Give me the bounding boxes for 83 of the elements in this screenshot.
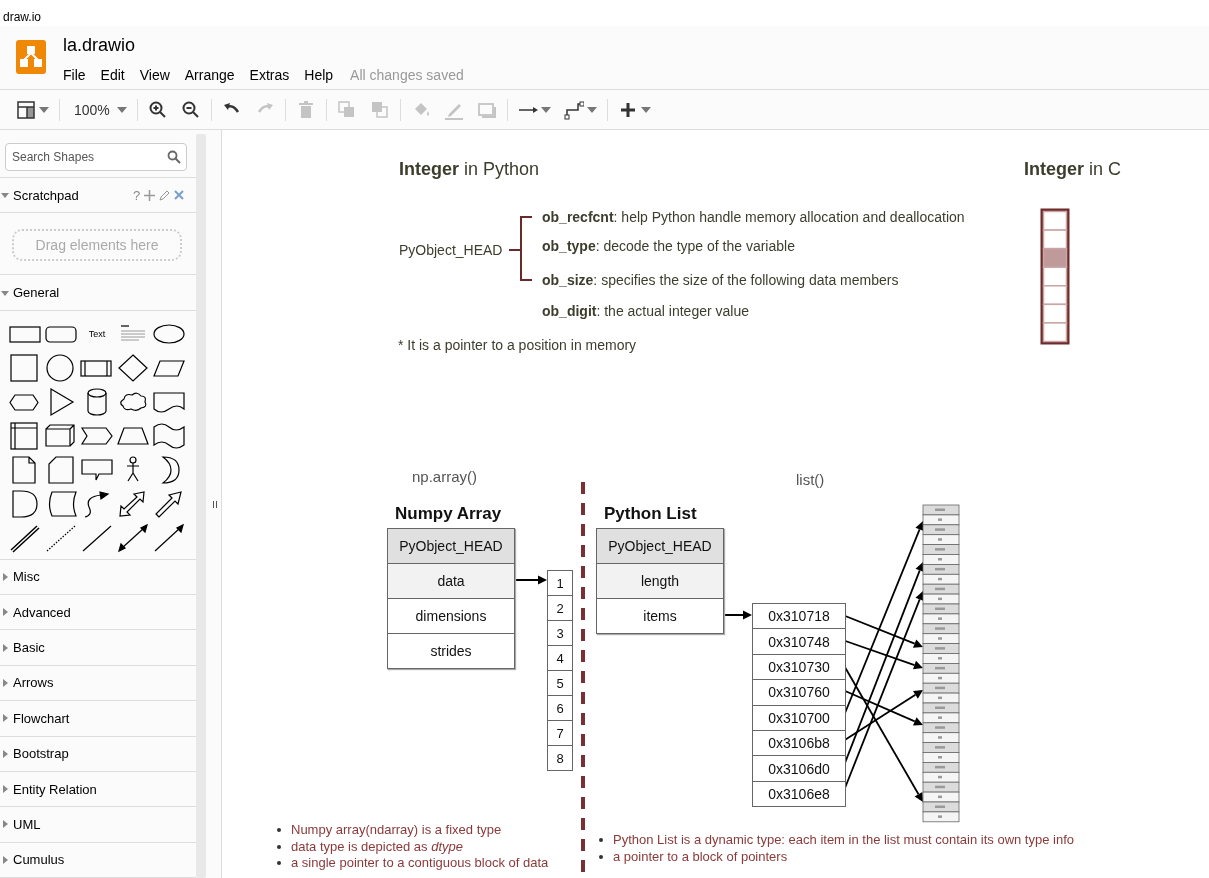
caption: np.array() xyxy=(412,468,478,485)
section-title: Cumulus xyxy=(13,852,66,868)
help-button[interactable]: ? xyxy=(132,187,141,203)
section-heading: Integer in C xyxy=(1024,159,1122,180)
search-field[interactable]: Search Shapes xyxy=(5,143,187,171)
caret-icon[interactable] xyxy=(1,749,9,758)
zoom-dropdown[interactable]: 100% xyxy=(68,99,129,120)
caret-icon[interactable] xyxy=(1,855,9,864)
caret-icon[interactable] xyxy=(640,106,651,113)
field-description: ob_digit: the actual integer value xyxy=(542,303,749,319)
caret-icon[interactable] xyxy=(540,106,551,113)
struct-field: PyObject_HEAD xyxy=(597,529,723,563)
caret-icon[interactable] xyxy=(1,191,9,200)
tape-icon[interactable] xyxy=(151,420,187,451)
bullet-icon xyxy=(277,828,281,833)
section-title: Flowchart xyxy=(13,710,71,726)
section-title: General xyxy=(13,285,61,301)
caret-icon[interactable] xyxy=(1,785,9,794)
struct-field: dimensions xyxy=(388,598,514,633)
close-icon[interactable] xyxy=(174,190,185,201)
menu-item[interactable]: View xyxy=(139,67,170,83)
section-title: Scratchpad xyxy=(13,187,80,203)
menu-item[interactable]: Extras xyxy=(249,67,290,83)
struct-field: items xyxy=(597,598,723,633)
waypoint-line-icon[interactable] xyxy=(563,99,584,120)
scrollbar[interactable] xyxy=(196,134,207,878)
bullet-text: Numpy array(ndarray) is a fixed type xyxy=(291,822,502,839)
structure-title: Numpy Array xyxy=(395,504,502,524)
bullet-icon xyxy=(277,844,281,849)
menu-item[interactable]: Arrange xyxy=(184,67,235,83)
section-title: Advanced xyxy=(13,604,72,620)
struct-field: data xyxy=(388,563,514,598)
caption: list() xyxy=(796,471,825,488)
app-logo-icon xyxy=(16,40,46,74)
menu-item[interactable]: Help xyxy=(304,67,334,83)
bullet-icon xyxy=(599,854,603,859)
footnote: * It is a pointer to a position in memory xyxy=(398,337,637,353)
field-description: ob_type: decode the type of the variable xyxy=(542,238,795,254)
section-heading: Integer in Python xyxy=(399,159,540,180)
bullet-icon xyxy=(277,861,281,866)
layout-panel-icon[interactable] xyxy=(16,99,36,120)
structure-title: Python List xyxy=(604,504,697,524)
menu-item[interactable]: File xyxy=(63,67,86,83)
section-title: Basic xyxy=(13,640,46,656)
bidirectional-arrow-icon[interactable] xyxy=(115,522,151,553)
file-name[interactable]: la.drawio xyxy=(63,35,464,56)
caret-icon[interactable] xyxy=(1,820,9,829)
bullet-text: Python List is a dynamic type: each item in the list must contain its own type info xyxy=(613,832,1074,849)
menu-item[interactable]: Edit xyxy=(100,67,125,83)
bullet-text: a single pointer to a contiguous block of data xyxy=(291,855,549,872)
browser-tab-title: draw.io xyxy=(3,10,42,24)
caret-icon[interactable] xyxy=(1,714,9,723)
field-description: ob_size: specifies the size of the following data members xyxy=(542,272,899,288)
section-title: UML xyxy=(13,816,42,832)
bullet-text: data type is depicted as dtype xyxy=(291,838,463,855)
caret-icon[interactable] xyxy=(1,608,9,617)
struct-field: length xyxy=(597,563,723,598)
caret-icon[interactable] xyxy=(1,572,9,581)
text-shape[interactable]: Text xyxy=(88,328,106,339)
head-label: PyObject_HEAD xyxy=(399,242,503,258)
pointer-arrow xyxy=(512,575,547,585)
bracket-connector xyxy=(508,216,533,281)
field-description: ob_recfcnt: help Python handle memory allocation and deallocation xyxy=(542,209,965,225)
caret-icon[interactable] xyxy=(1,643,9,652)
section-title: Misc xyxy=(13,569,41,585)
pencil-icon[interactable] xyxy=(159,189,171,201)
bullet-text: a pointer to a block of pointers xyxy=(613,848,788,865)
caret-icon[interactable] xyxy=(1,288,9,297)
add-icon[interactable] xyxy=(144,189,156,201)
struct-field: strides xyxy=(388,633,514,668)
caret-icon[interactable] xyxy=(39,106,49,113)
search-icon[interactable] xyxy=(167,150,182,164)
caret-icon[interactable] xyxy=(116,106,127,113)
section-title: Entity Relation xyxy=(13,781,98,797)
struct-field: PyObject_HEAD xyxy=(388,529,514,563)
caret-icon[interactable] xyxy=(1,678,9,687)
pointer-arrow xyxy=(722,610,752,620)
section-title: Arrows xyxy=(13,675,55,691)
save-status: All changes saved xyxy=(350,67,464,83)
section-title: Bootstrap xyxy=(13,746,70,762)
splitter-handle-icon[interactable] xyxy=(212,500,217,508)
bullet-icon xyxy=(599,838,603,843)
caret-icon[interactable] xyxy=(586,106,597,113)
